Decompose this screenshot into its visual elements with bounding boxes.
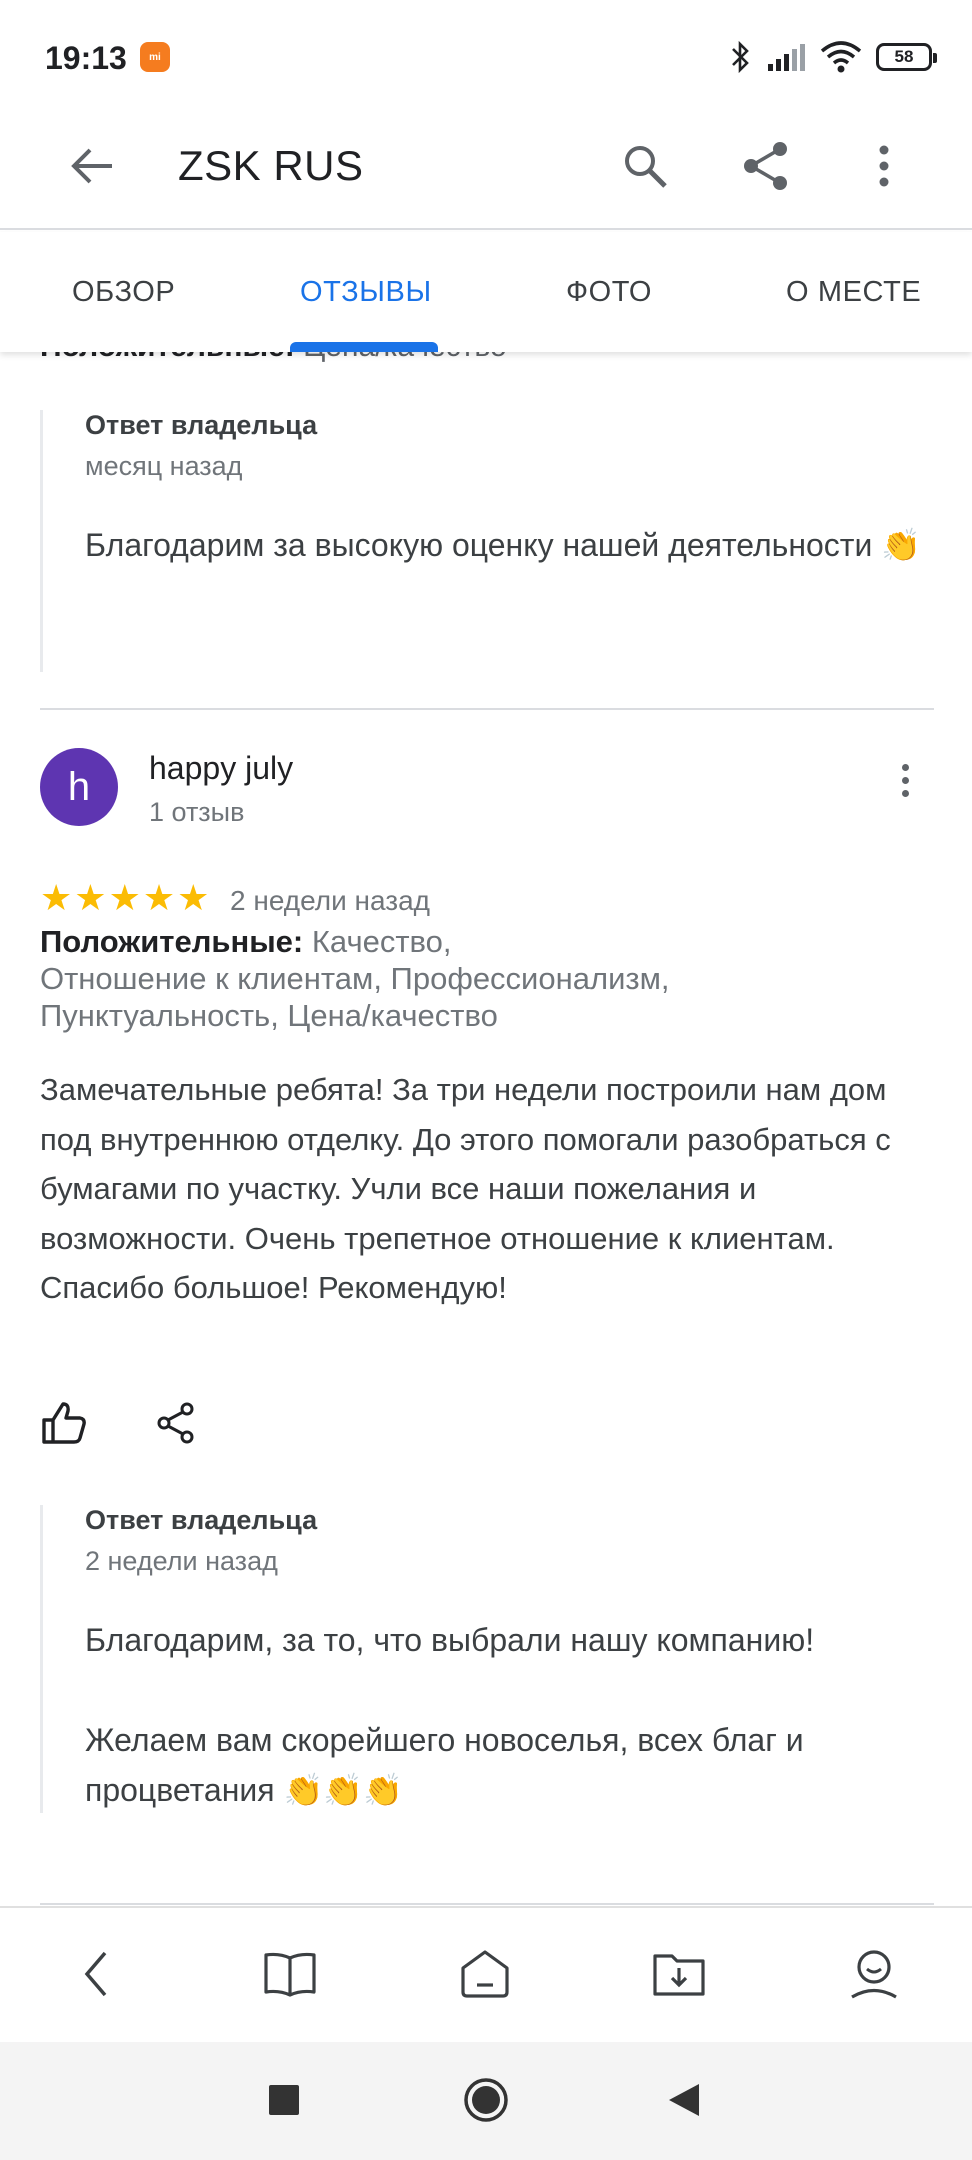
divider [40,1903,934,1905]
mi-app-badge-icon: mi [140,42,170,72]
tab-reviews[interactable]: ОТЗЫВЫ [300,276,432,309]
home-circle-icon[interactable] [458,2072,514,2128]
status-icons: 58 [730,40,937,74]
system-navigation-bar [0,2042,972,2160]
back-arrow-icon[interactable] [62,136,122,196]
wifi-icon [820,41,862,73]
bottom-navigation [0,1906,972,2042]
battery-level: 58 [894,47,914,66]
reviewer-name[interactable]: happy july [149,750,293,787]
owner-reply: Ответ владельца месяц назад Благодарим з… [40,410,940,672]
tab-indicator [290,342,438,352]
owner-reply-title: Ответ владельца [85,410,318,440]
star-rating: ★ ★ ★ ★ ★ [40,878,209,918]
bluetooth-icon [732,40,749,74]
owner-reply-text: Благодарим за высокую оценку нашей деяте… [85,527,922,563]
owner-reply-title: Ответ владельца [85,1505,318,1535]
home-icon[interactable] [453,1942,517,2006]
owner-reply-time: месяц назад [85,451,243,481]
app-bar: ZSK RUS [0,110,972,230]
owner-reply: Ответ владельца 2 недели назад Благодари… [40,1505,940,1813]
share-icon[interactable] [736,136,796,196]
book-icon[interactable] [258,1942,322,2006]
star-icon: ★ [177,877,210,918]
review-attributes: Положительные: Качество, Отношение к кли… [40,924,670,1033]
status-time: 19:13 [45,40,127,76]
back-triangle-icon[interactable] [656,2072,712,2128]
reviewer-review-count: 1 отзыв [149,797,245,827]
star-icon: ★ [40,877,73,918]
battery-icon: 58 [876,43,937,71]
star-icon: ★ [74,877,107,918]
search-icon[interactable] [615,136,675,196]
tab-about[interactable]: О МЕСТЕ [786,276,921,309]
tab-photos[interactable]: ФОТО [566,276,652,309]
download-folder-icon[interactable] [647,1942,711,2006]
star-icon: ★ [108,877,141,918]
review-share-icon[interactable] [148,1395,204,1451]
back-chevron-icon[interactable] [64,1942,128,2006]
divider [40,708,934,710]
review-text: Замечательные ребята! За три недели пост… [40,1072,891,1305]
tab-bar: ОБЗОР ОТЗЫВЫ ФОТО О МЕСТЕ [0,232,972,352]
review-more-icon[interactable] [890,755,920,805]
status-bar: 19:13 mi 58 [0,0,972,110]
reviews-list[interactable]: Положительные: Цена/качество Ответ владе… [0,330,972,1905]
tab-overview[interactable]: ОБЗОР [72,276,175,309]
page-title: ZSK RUS [178,142,364,189]
recents-square-icon[interactable] [256,2072,312,2128]
review-date: 2 недели назад [230,885,430,916]
owner-reply-time: 2 недели назад [85,1546,278,1576]
owner-reply-text: Благодарим, за то, что выбрали нашу комп… [85,1622,815,1808]
more-vert-icon[interactable] [854,136,914,196]
avatar[interactable]: h [40,748,118,826]
profile-icon[interactable] [842,1942,906,2006]
star-icon: ★ [142,877,176,918]
signal-icon [768,44,805,71]
like-icon[interactable] [36,1395,92,1451]
